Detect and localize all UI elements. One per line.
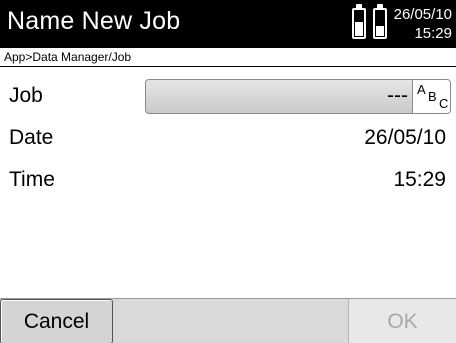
status-datetime: 26/05/10 15:29 xyxy=(394,5,452,43)
time-label: Time xyxy=(9,168,55,191)
time-value: 15:29 xyxy=(393,168,446,191)
breadcrumb: App>Data Manager/Job xyxy=(0,48,456,67)
title-bar: Name New Job 26/05/10 15:29 xyxy=(0,0,456,48)
softkey-bar: Cancel OK xyxy=(0,298,456,343)
text-input-icon[interactable]: A B C xyxy=(412,80,450,113)
date-value: 26/05/10 xyxy=(364,126,446,149)
ok-button[interactable]: OK xyxy=(348,299,456,343)
cancel-button[interactable]: Cancel xyxy=(0,299,113,343)
status-date: 26/05/10 xyxy=(393,6,452,23)
battery-icon xyxy=(352,4,366,39)
job-label: Job xyxy=(9,84,43,107)
battery-icon xyxy=(373,4,387,39)
date-label: Date xyxy=(9,126,54,149)
job-name-field[interactable]: --- A B C xyxy=(145,79,451,114)
page-title: Name New Job xyxy=(7,7,181,35)
screen: Name New Job 26/05/10 15:29 App>Data Man… xyxy=(0,0,456,343)
status-time: 15:29 xyxy=(414,25,452,42)
job-name-value: --- xyxy=(387,84,408,107)
